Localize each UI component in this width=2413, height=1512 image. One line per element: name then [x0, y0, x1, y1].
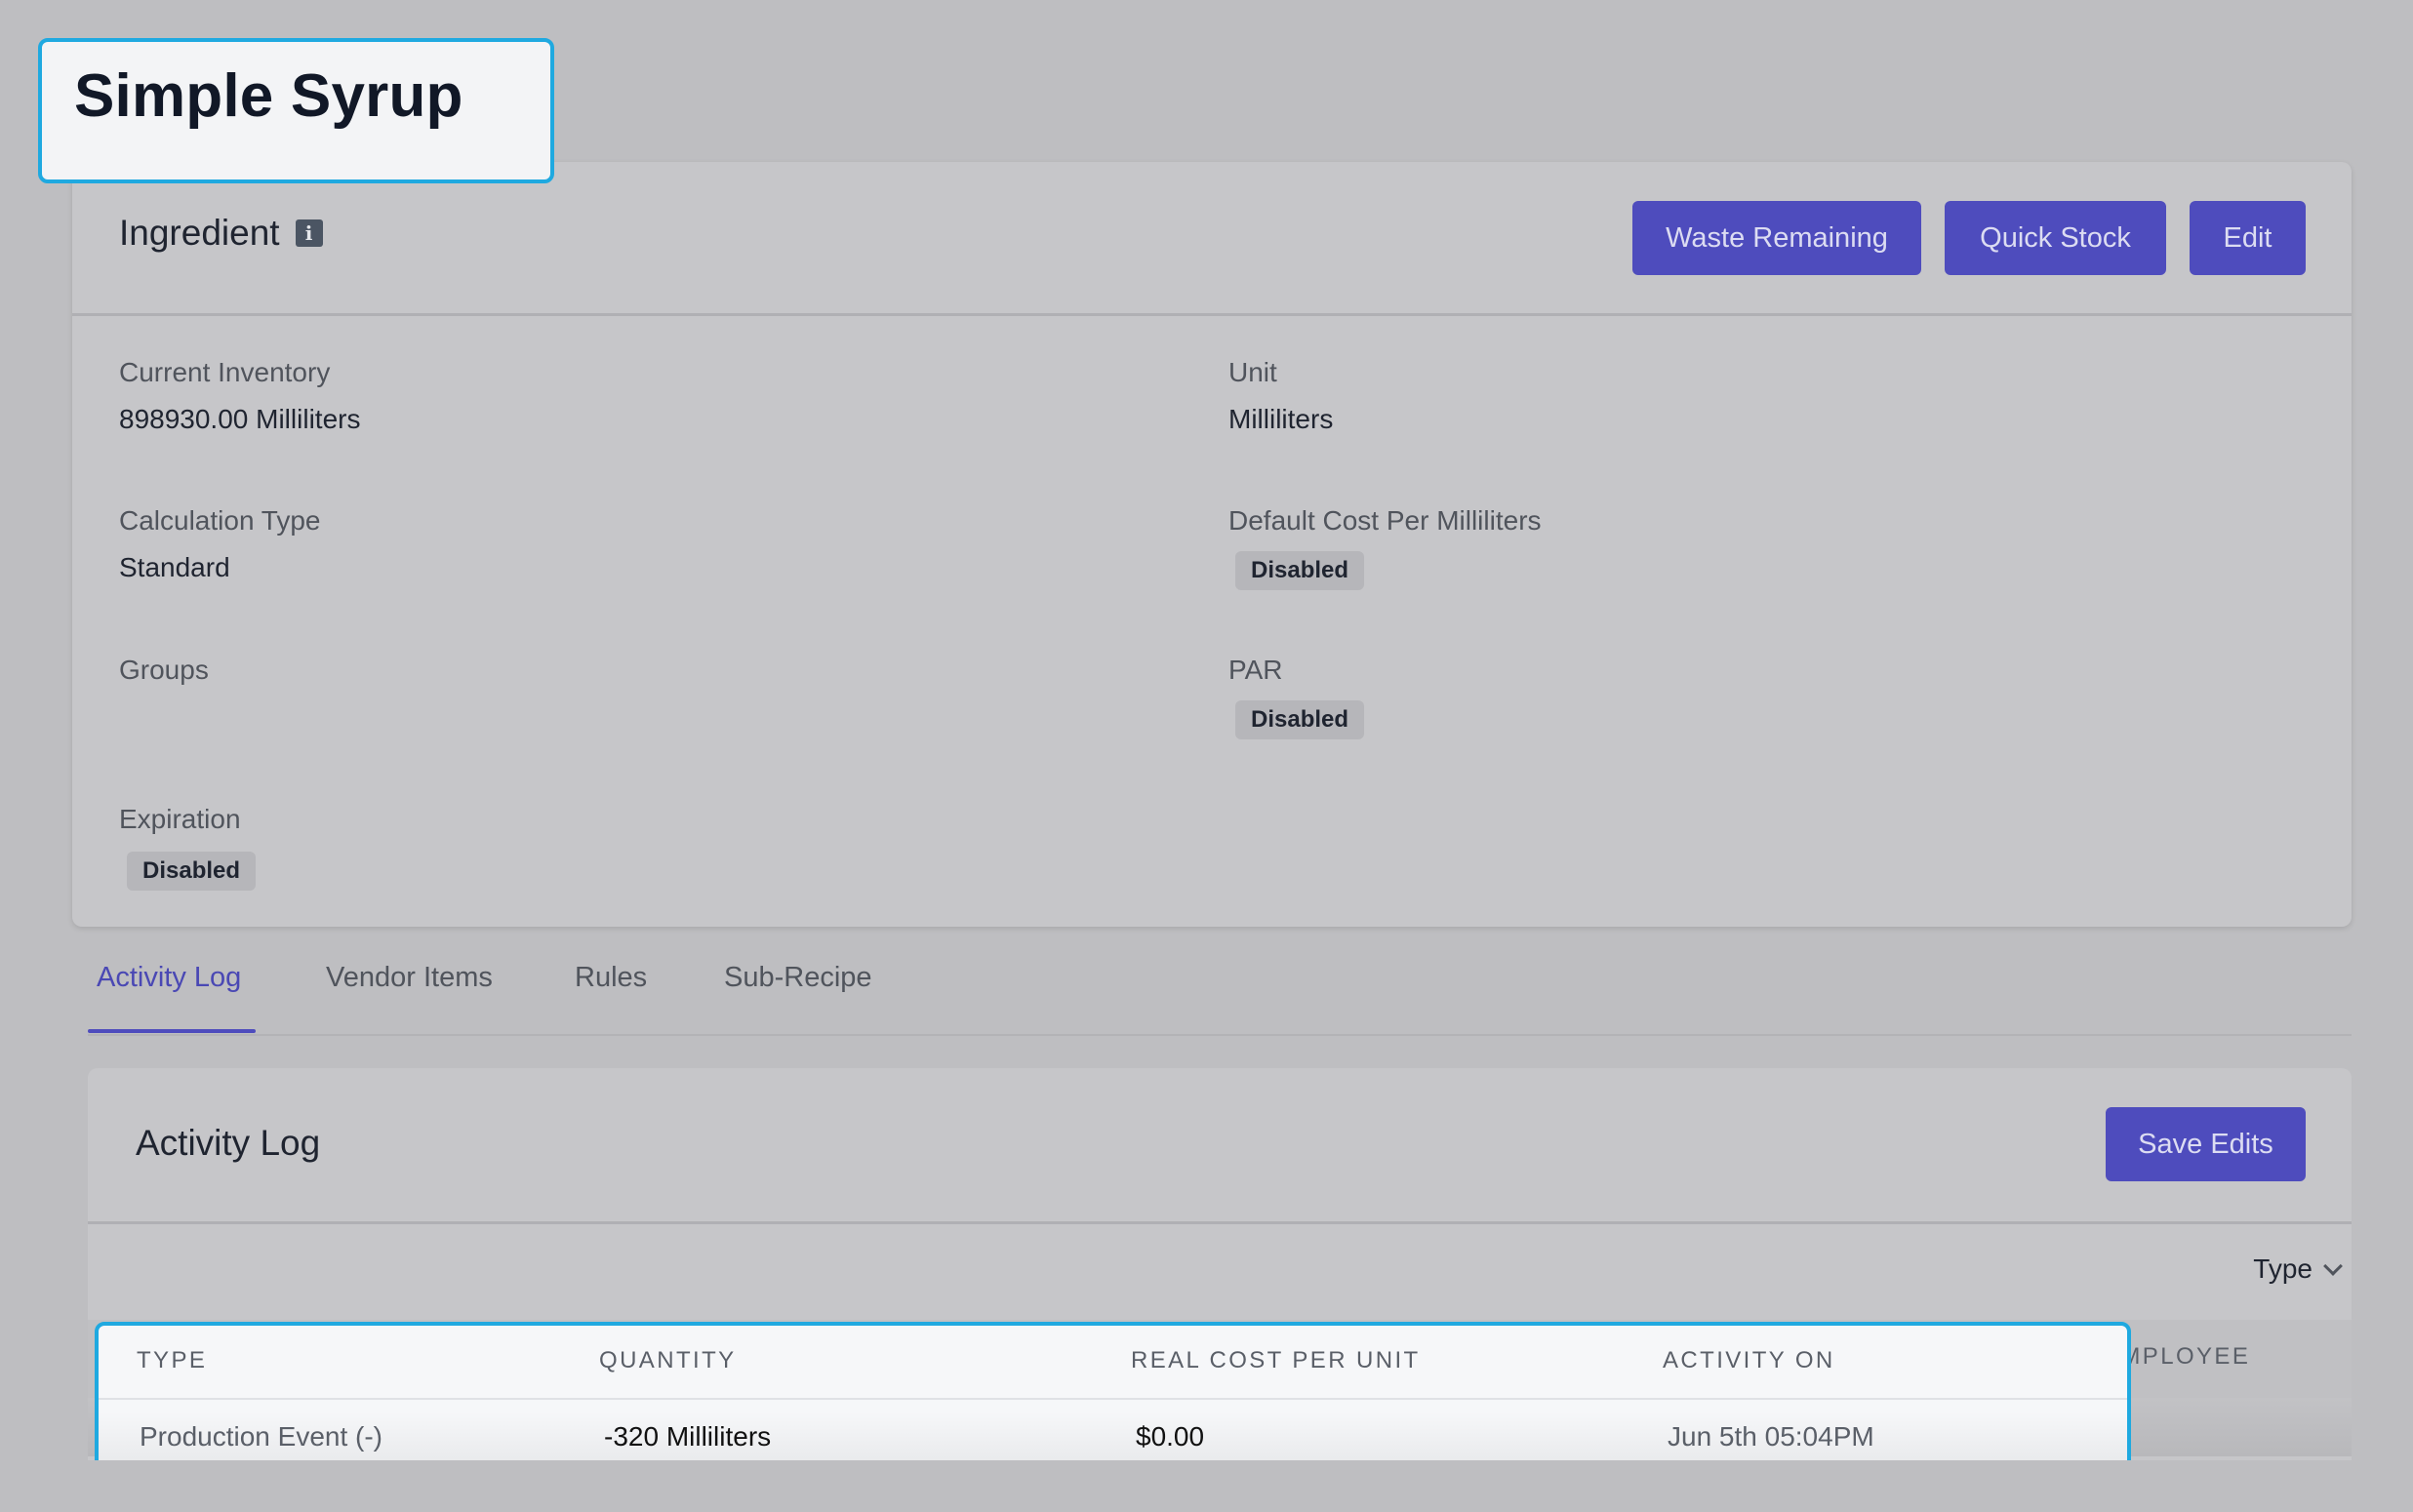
- ingredient-card: Ingredient i Waste Remaining Quick Stock…: [72, 162, 2352, 927]
- calculation-type-label: Calculation Type: [119, 505, 321, 536]
- cell-quantity: -320 Milliliters: [604, 1421, 772, 1452]
- par-label: PAR: [1228, 655, 1283, 685]
- ingredient-heading-label: Ingredient: [119, 213, 280, 253]
- type-filter-label: Type: [2253, 1253, 2312, 1284]
- column-header-activity-on[interactable]: ACTIVITY ON: [1663, 1347, 1835, 1374]
- par-status-badge: Disabled: [1235, 700, 1365, 739]
- page-title-box: Simple Syrup: [38, 38, 554, 183]
- quick-stock-button[interactable]: Quick Stock: [1945, 201, 2166, 275]
- ingredient-heading: Ingredient i: [119, 213, 323, 254]
- cell-type: Production Event (-): [140, 1421, 382, 1452]
- info-icon[interactable]: i: [295, 219, 323, 247]
- default-cost-status-badge: Disabled: [1235, 551, 1365, 590]
- save-edits-button[interactable]: Save Edits: [2106, 1107, 2306, 1181]
- column-header-type[interactable]: TYPE: [137, 1347, 207, 1374]
- tab-vendor-items[interactable]: Vendor Items: [326, 962, 493, 994]
- current-inventory-value: 898930.00 Milliliters: [119, 404, 361, 434]
- page-title: Simple Syrup: [74, 62, 463, 130]
- tab-sub-recipe[interactable]: Sub-Recipe: [724, 962, 872, 994]
- edit-button[interactable]: Edit: [2190, 201, 2306, 275]
- cell-real-cost: $0.00: [1136, 1421, 1205, 1452]
- activity-log-table: TYPE QUANTITY REAL COST PER UNIT ACTIVIT…: [95, 1322, 2131, 1474]
- default-cost-label: Default Cost Per Milliliters: [1228, 505, 1542, 536]
- groups-label: Groups: [119, 655, 209, 685]
- table-header-row: TYPE QUANTITY REAL COST PER UNIT ACTIVIT…: [99, 1326, 2127, 1400]
- current-inventory-label: Current Inventory: [119, 357, 331, 387]
- expiration-label: Expiration: [119, 804, 241, 834]
- unit-label: Unit: [1228, 357, 1277, 387]
- expiration-status-badge: Disabled: [127, 852, 257, 891]
- column-header-quantity[interactable]: QUANTITY: [599, 1347, 737, 1374]
- activity-log-header: Activity Log Save Edits: [88, 1068, 2352, 1224]
- column-header-real-cost[interactable]: REAL COST PER UNIT: [1131, 1347, 1421, 1374]
- tab-activity-log[interactable]: Activity Log: [97, 962, 241, 994]
- chevron-down-icon: [2323, 1256, 2343, 1276]
- activity-log-title: Activity Log: [136, 1123, 321, 1163]
- tab-rules[interactable]: Rules: [575, 962, 647, 994]
- active-tab-indicator: [88, 1029, 256, 1033]
- cell-activity-on: Jun 5th 05:04PM: [1668, 1421, 1874, 1452]
- calculation-type-value: Standard: [119, 552, 230, 582]
- bottom-overlay: [0, 1460, 2413, 1512]
- unit-value: Milliliters: [1228, 404, 1334, 434]
- tab-bar: Activity Log Vendor Items Rules Sub-Reci…: [88, 936, 2352, 1036]
- type-filter-dropdown[interactable]: Type: [2253, 1253, 2343, 1285]
- waste-remaining-button[interactable]: Waste Remaining: [1632, 201, 1921, 275]
- ingredient-card-header: Ingredient i Waste Remaining Quick Stock…: [72, 162, 2352, 316]
